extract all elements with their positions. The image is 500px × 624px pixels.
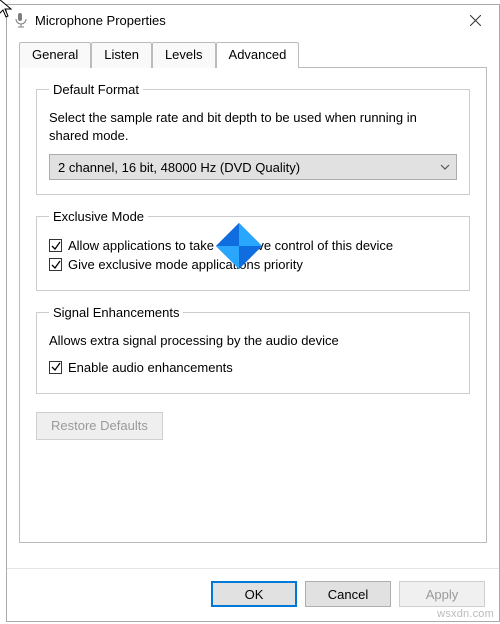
tab-listen[interactable]: Listen bbox=[91, 42, 152, 68]
enable-enhancements-checkbox[interactable] bbox=[49, 361, 62, 374]
restore-defaults-button[interactable]: Restore Defaults bbox=[36, 412, 163, 440]
windows-logo-icon bbox=[216, 223, 262, 269]
ok-button[interactable]: OK bbox=[211, 581, 297, 607]
chevron-down-icon bbox=[440, 161, 450, 173]
signal-enhancements-group: Signal Enhancements Allows extra signal … bbox=[36, 305, 470, 394]
exclusive-mode-legend: Exclusive Mode bbox=[49, 209, 148, 224]
allow-exclusive-checkbox[interactable] bbox=[49, 239, 62, 252]
tab-levels[interactable]: Levels bbox=[152, 42, 216, 68]
cursor-icon bbox=[0, 0, 16, 20]
tab-strip: General Listen Levels Advanced Default F… bbox=[19, 41, 487, 543]
exclusive-priority-checkbox[interactable] bbox=[49, 258, 62, 271]
checkmark-icon bbox=[51, 241, 61, 251]
tab-advanced[interactable]: Advanced bbox=[216, 42, 300, 68]
signal-enhancements-legend: Signal Enhancements bbox=[49, 305, 183, 320]
watermark: wsxdn.com bbox=[437, 608, 494, 620]
signal-enhancements-description: Allows extra signal processing by the au… bbox=[49, 332, 457, 350]
apply-button[interactable]: Apply bbox=[399, 581, 485, 607]
exclusive-priority-label: Give exclusive mode applications priorit… bbox=[68, 257, 303, 272]
default-format-group: Default Format Select the sample rate an… bbox=[36, 82, 470, 195]
window: Microphone Properties General Listen Lev… bbox=[6, 4, 500, 622]
enable-enhancements-label: Enable audio enhancements bbox=[68, 360, 233, 375]
format-dropdown[interactable]: 2 channel, 16 bit, 48000 Hz (DVD Quality… bbox=[49, 154, 457, 180]
format-dropdown-value: 2 channel, 16 bit, 48000 Hz (DVD Quality… bbox=[58, 160, 440, 175]
tab-content: Default Format Select the sample rate an… bbox=[19, 67, 487, 543]
dialog-footer: OK Cancel Apply bbox=[7, 568, 499, 621]
default-format-description: Select the sample rate and bit depth to … bbox=[49, 109, 457, 144]
close-icon bbox=[470, 15, 481, 26]
checkmark-icon bbox=[51, 260, 61, 270]
cancel-button[interactable]: Cancel bbox=[305, 581, 391, 607]
close-button[interactable] bbox=[455, 6, 495, 34]
window-title: Microphone Properties bbox=[35, 13, 455, 28]
tab-general[interactable]: General bbox=[19, 42, 91, 68]
titlebar: Microphone Properties bbox=[7, 5, 499, 35]
default-format-legend: Default Format bbox=[49, 82, 143, 97]
checkmark-icon bbox=[51, 362, 61, 372]
